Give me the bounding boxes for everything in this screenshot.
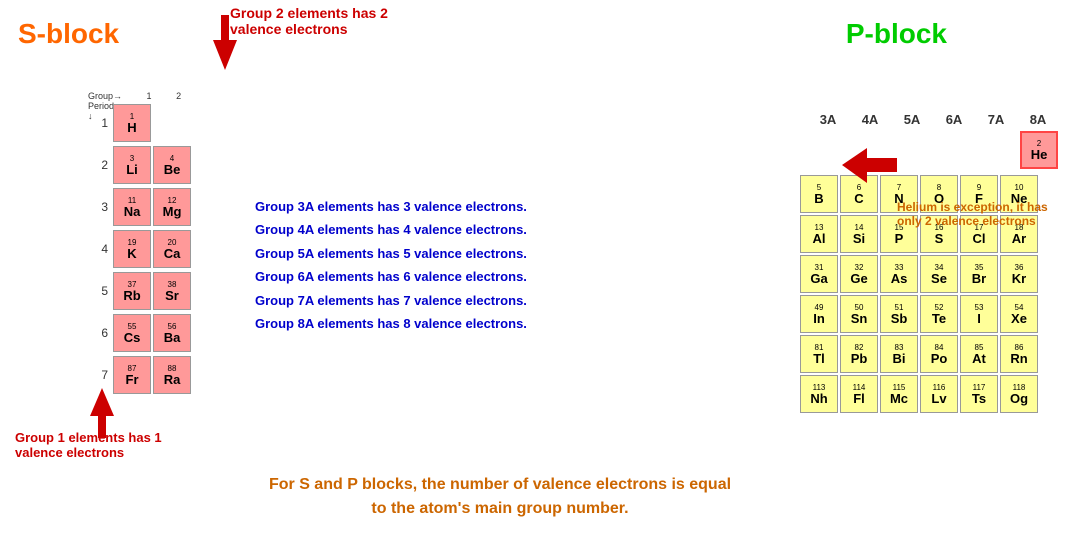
helium-arrow xyxy=(842,148,897,188)
s-row-1: 1 1 H xyxy=(88,102,192,144)
blank-cell xyxy=(800,131,842,173)
p-row-6: 81Tl 82Pb 83Bi 84Po 85At 86Rn xyxy=(799,334,1059,374)
period-1-label: 1 xyxy=(88,116,108,130)
element-Be: 4 Be xyxy=(153,146,191,184)
element-Si: 14Si xyxy=(840,215,878,253)
s-block-table: 1 1 H 2 3 Li 4 Be 3 11 Na 12 Mg 4 19 xyxy=(88,102,192,396)
group-4a-header: 4A xyxy=(849,112,891,127)
element-He: 2 He xyxy=(1020,131,1058,169)
p-row-5: 49In 50Sn 51Sb 52Te 53I 54Xe xyxy=(799,294,1059,334)
group-text-annotations: Group 3A elements has 3 valence electron… xyxy=(255,195,527,335)
element-As: 33As xyxy=(880,255,918,293)
p-row-7: 113Nh 114Fl 115Mc 116Lv 117Ts 118Og xyxy=(799,374,1059,414)
blank-cell xyxy=(976,131,1018,173)
bottom-text: For S and P blocks, the number of valenc… xyxy=(200,473,800,521)
element-Al: 13Al xyxy=(800,215,838,253)
element-Cs: 55 Cs xyxy=(113,314,151,352)
element-Po: 84Po xyxy=(920,335,958,373)
element-Sn: 50Sn xyxy=(840,295,878,333)
element-Sr: 38 Sr xyxy=(153,272,191,310)
group-8a-header: 8A xyxy=(1017,112,1059,127)
element-Te: 52Te xyxy=(920,295,958,333)
element-Ca: 20 Ca xyxy=(153,230,191,268)
element-Mg: 12 Mg xyxy=(153,188,191,226)
group-7a-header: 7A xyxy=(975,112,1017,127)
element-H: 1 H xyxy=(113,104,151,142)
element-Xe: 54Xe xyxy=(1000,295,1038,333)
period-6-label: 6 xyxy=(88,326,108,340)
s-row-6: 6 55 Cs 56 Ba xyxy=(88,312,192,354)
element-Bi: 83Bi xyxy=(880,335,918,373)
element-Nh: 113Nh xyxy=(800,375,838,413)
element-Se: 34Se xyxy=(920,255,958,293)
s-row-4: 4 19 K 20 Ca xyxy=(88,228,192,270)
element-Na: 11 Na xyxy=(113,188,151,226)
element-Lv: 116Lv xyxy=(920,375,958,413)
element-Ts: 117Ts xyxy=(960,375,998,413)
element-Og: 118Og xyxy=(1000,375,1038,413)
p-row-4: 31Ga 32Ge 33As 34Se 35Br 36Kr xyxy=(799,254,1059,294)
element-Rn: 86Rn xyxy=(1000,335,1038,373)
element-Fl: 114Fl xyxy=(840,375,878,413)
period-2-label: 2 xyxy=(88,158,108,172)
group2-arrow xyxy=(205,15,245,75)
group-3a-header: 3A xyxy=(807,112,849,127)
s-row-3: 3 11 Na 12 Mg xyxy=(88,186,192,228)
element-Kr: 36Kr xyxy=(1000,255,1038,293)
element-Sb: 51Sb xyxy=(880,295,918,333)
period-4-label: 4 xyxy=(88,242,108,256)
p-block-table: 2 He 5B 6C 7N 8O 9F 10Ne 13Al 14Si 15P 1… xyxy=(799,130,1059,414)
element-Ra: 88 Ra xyxy=(153,356,191,394)
element-Ba: 56 Ba xyxy=(153,314,191,352)
element-Ge: 32Ge xyxy=(840,255,878,293)
element-Li: 3 Li xyxy=(113,146,151,184)
element-Mc: 115Mc xyxy=(880,375,918,413)
element-Br: 35Br xyxy=(960,255,998,293)
element-At: 85At xyxy=(960,335,998,373)
s-row-5: 5 37 Rb 38 Sr xyxy=(88,270,192,312)
element-In: 49In xyxy=(800,295,838,333)
p-block-label: P-block xyxy=(846,18,947,50)
element-Ga: 31Ga xyxy=(800,255,838,293)
period-5-label: 5 xyxy=(88,284,108,298)
period-3-label: 3 xyxy=(88,200,108,214)
blank-cell xyxy=(932,131,974,173)
group-6a-header: 6A xyxy=(933,112,975,127)
element-Rb: 37 Rb xyxy=(113,272,151,310)
element-Pb: 82Pb xyxy=(840,335,878,373)
element-I: 53I xyxy=(960,295,998,333)
group-5a-header: 5A xyxy=(891,112,933,127)
p-row-1: 2 He xyxy=(799,130,1059,174)
s-block-label: S-block xyxy=(18,18,119,50)
p-group-labels-row: 8A 7A 6A 5A 4A 3A xyxy=(807,112,1059,127)
element-K: 19 K xyxy=(113,230,151,268)
element-B: 5B xyxy=(800,175,838,213)
group2-annotation: Group 2 elements has 2 valence electrons xyxy=(230,5,388,37)
s-row-2: 2 3 Li 4 Be xyxy=(88,144,192,186)
helium-annotation: Helium is exception, it has only 2 valen… xyxy=(897,200,1057,228)
period-7-label: 7 xyxy=(88,368,108,382)
group1-annotation: Group 1 elements has 1 valence electrons xyxy=(15,430,162,460)
element-Tl: 81Tl xyxy=(800,335,838,373)
